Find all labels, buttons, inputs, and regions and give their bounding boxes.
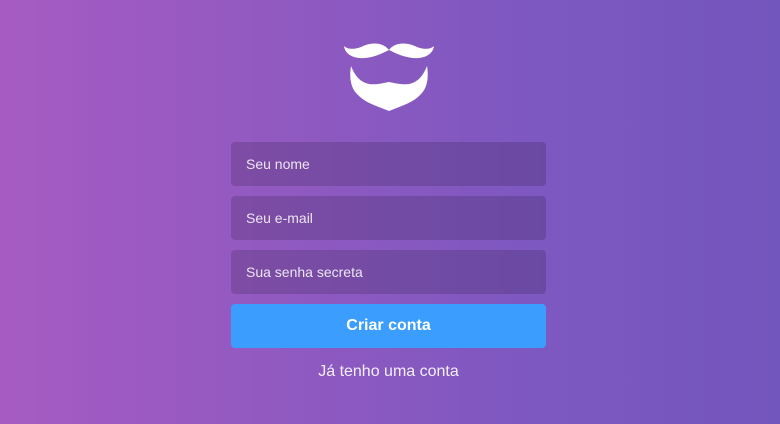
mustache-beard-icon xyxy=(344,43,434,111)
signup-form: Criar conta Já tenho uma conta xyxy=(231,142,546,381)
name-input[interactable] xyxy=(231,142,546,186)
signin-link[interactable]: Já tenho uma conta xyxy=(231,363,546,381)
create-account-button[interactable]: Criar conta xyxy=(231,304,546,348)
password-input[interactable] xyxy=(231,250,546,294)
email-input[interactable] xyxy=(231,196,546,240)
